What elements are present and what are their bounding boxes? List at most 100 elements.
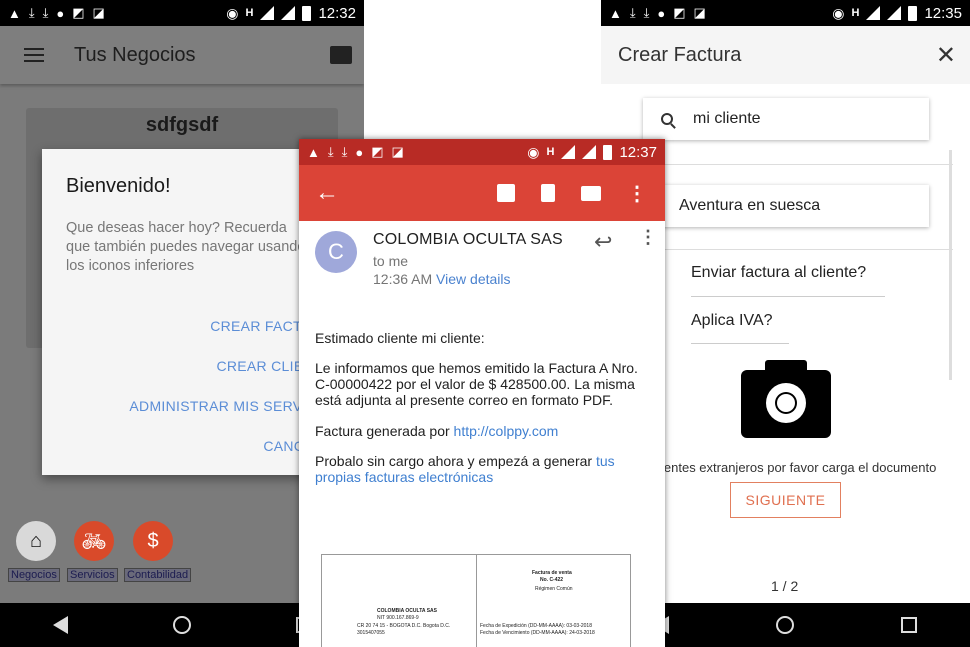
chat-icon[interactable] [330, 46, 352, 64]
dialog-message: Que deseas hacer hoy? Recuerda que tambi… [66, 220, 306, 274]
avatar: C [315, 231, 357, 273]
download-icon: ⤓ [643, 5, 650, 20]
menu-icon[interactable] [24, 48, 44, 62]
dialog-title: Bienvenido! [66, 175, 171, 197]
pdf-invoice-no: No. C-422 [540, 577, 564, 583]
pdf-phone: 3015407055 [357, 630, 385, 636]
status-bar: ▲ ⤓ ⤓ ● ◩ ◪ ◉ H 12:37 [299, 139, 665, 165]
battery-icon [908, 5, 918, 21]
service-search-value: Aventura en suesca [679, 197, 821, 214]
media-icon: ◩ [371, 144, 384, 159]
pdf-nit: NIT 900.167.869-9 [377, 615, 419, 621]
sender-name: COLOMBIA OCULTA SAS [373, 231, 563, 248]
pdf-regimen: Régimen Común [535, 586, 573, 592]
back-icon[interactable] [52, 616, 68, 634]
home-nav-icon[interactable] [172, 616, 191, 634]
home-nav-icon[interactable] [775, 616, 794, 634]
email-promo: Probalo sin cargo ahora y empezá a gener… [315, 453, 645, 485]
pdf-due-date: Fecha de Vencimiento (DD-MM-AAAA): 24-03… [480, 630, 595, 636]
colppy-link[interactable]: http://colppy.com [454, 423, 559, 439]
delete-icon[interactable] [541, 184, 555, 202]
reply-icon[interactable]: ↩ [594, 229, 612, 255]
hotspot-icon: ◉ [832, 4, 845, 21]
phone-email-screen: ▲ ⤓ ⤓ ● ◩ ◪ ◉ H 12:37 ← ⋮ C COLOMBIA OCU… [299, 139, 665, 647]
warning-icon: ▲ [609, 5, 622, 21]
notification-icons: ▲ ⤓ ⤓ ● ◩ ◪ [0, 5, 105, 21]
service-search-input[interactable]: Aventura en suesca [645, 185, 929, 227]
download-icon: ⤓ [327, 144, 334, 159]
mail-icon[interactable] [581, 185, 601, 201]
page-title: Crear Factura [618, 43, 742, 66]
pdf-issue-date: Fecha de Expedición (DD-MM-AAAA): 03-03-… [480, 623, 592, 629]
network-type-icon: H [546, 146, 555, 158]
hotspot-icon: ◉ [226, 4, 239, 21]
signal-icon [281, 6, 296, 20]
pdf-invoice-title: Factura de venta [532, 570, 572, 576]
more-vert-icon[interactable]: ⋮ [639, 227, 657, 248]
more-vert-icon[interactable]: ⋮ [627, 181, 647, 206]
download-icon: ⤓ [341, 144, 348, 159]
client-search-input[interactable]: mi cliente [643, 98, 929, 140]
download-icon: ⤓ [28, 5, 35, 20]
camera-icon[interactable] [741, 360, 831, 438]
app-bar: Tus Negocios [0, 26, 364, 84]
email-greeting: Estimado cliente mi cliente: [315, 330, 485, 346]
back-arrow-icon[interactable]: ← [315, 179, 339, 207]
status-time: 12:37 [619, 143, 657, 161]
android-icon: ● [657, 5, 666, 21]
iva-label[interactable]: Aplica IVA? [691, 312, 773, 330]
download-icon: ⤓ [42, 5, 49, 20]
warning-icon: ▲ [8, 5, 21, 21]
map-icon: ◪ [92, 5, 105, 20]
tab-negocios[interactable]: Negocios [8, 568, 60, 582]
signal-icon [887, 6, 902, 20]
view-details-link[interactable]: View details [436, 271, 510, 287]
page-title: Tus Negocios [74, 43, 196, 66]
send-invoice-label[interactable]: Enviar factura al cliente? [691, 264, 866, 282]
email-toolbar: ← ⋮ [299, 165, 665, 221]
email-timestamp: 12:36 AM [373, 271, 433, 287]
signal-icon [260, 6, 275, 20]
status-time: 12:32 [318, 4, 356, 22]
close-icon[interactable]: ✕ [936, 41, 956, 70]
scrollbar[interactable] [949, 150, 952, 380]
client-search-value: mi cliente [693, 110, 761, 127]
promo-text: Probalo sin cargo ahora y empezá a gener… [315, 453, 596, 469]
status-bar: ▲ ⤓ ⤓ ● ◩ ◪ ◉ H 12:32 [0, 0, 364, 26]
media-icon: ◩ [673, 5, 686, 20]
invoice-pdf-preview[interactable]: Factura de venta No. C-422 Régimen Común… [321, 554, 631, 647]
recent-apps-icon[interactable] [900, 617, 917, 633]
media-icon: ◩ [72, 5, 85, 20]
document-note: ientes extranjeros por favor carga el do… [661, 460, 937, 475]
hotspot-icon: ◉ [527, 143, 540, 160]
notification-icons: ▲ ⤓ ⤓ ● ◩ ◪ [299, 144, 404, 160]
android-icon: ● [355, 144, 364, 160]
battery-icon [302, 5, 312, 21]
tab-servicios[interactable]: Servicios [67, 568, 118, 582]
map-icon: ◪ [391, 144, 404, 159]
recipient[interactable]: to me [373, 253, 408, 269]
generated-by-text: Factura generada por [315, 423, 454, 439]
network-type-icon: H [245, 7, 254, 19]
network-type-icon: H [851, 7, 860, 19]
business-name: sdfgsdf [145, 114, 219, 136]
notification-icons: ▲ ⤓ ⤓ ● ◩ ◪ [601, 5, 706, 21]
pdf-company: COLOMBIA OCULTA SAS [377, 608, 437, 614]
tab-contabilidad[interactable]: Contabilidad [124, 568, 192, 582]
map-icon: ◪ [693, 5, 706, 20]
status-time: 12:35 [924, 4, 962, 22]
archive-icon[interactable] [497, 184, 515, 202]
bicycle-icon[interactable]: 🚲︎ [74, 521, 114, 561]
dollar-icon[interactable]: $ [133, 521, 173, 561]
email-time: 12:36 AM View details [373, 271, 511, 287]
divider [691, 296, 885, 297]
pdf-address: CR 20 74 15 - BOGOTA D.C. Bogota D.C. [357, 623, 451, 629]
email-generated-by: Factura generada por http://colppy.com [315, 423, 645, 439]
download-icon: ⤓ [629, 5, 636, 20]
home-icon[interactable]: ⌂ [16, 521, 56, 561]
signal-icon [582, 145, 597, 159]
warning-icon: ▲ [307, 144, 320, 160]
status-bar: ▲ ⤓ ⤓ ● ◩ ◪ ◉ H 12:35 [601, 0, 970, 26]
next-button[interactable]: SIGUIENTE [730, 482, 841, 518]
email-paragraph: Le informamos que hemos emitido la Factu… [315, 360, 638, 408]
